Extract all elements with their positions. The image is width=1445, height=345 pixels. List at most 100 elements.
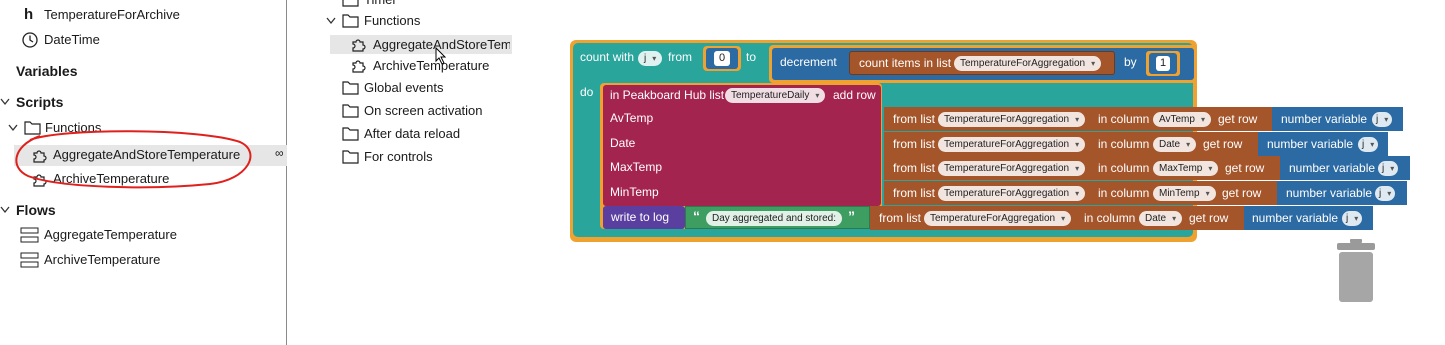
variable-dropdown[interactable]: j ▾: [638, 51, 663, 66]
from-number-field[interactable]: 0: [714, 51, 730, 66]
variable-dropdown[interactable]: j ▾: [1378, 161, 1399, 176]
column-value: Date: [1159, 139, 1181, 150]
dropdown-arrow-icon: ▾: [1075, 189, 1080, 198]
flow-icon: [20, 227, 39, 243]
dropdown-arrow-icon: ▾: [1075, 164, 1080, 173]
column-dropdown[interactable]: Date ▾: [1153, 137, 1197, 152]
get-row-label: get row: [1203, 137, 1243, 151]
decrement-label: decrement: [780, 55, 837, 69]
list-dropdown[interactable]: TemperatureForAggregation ▾: [938, 112, 1086, 127]
variable-value: j: [1376, 114, 1379, 125]
variable-value: j: [644, 53, 647, 64]
list-dropdown[interactable]: TemperatureForAggregation ▾: [938, 186, 1086, 201]
dropdown-arrow-icon: ▾: [1384, 115, 1389, 124]
number-variable-label: number variable: [1267, 137, 1354, 151]
open-quote-icon: “: [693, 208, 700, 224]
list-value: TemperatureForAggregation: [944, 114, 1070, 125]
dropdown-arrow-icon: ▾: [1075, 115, 1080, 124]
dropdown-arrow-icon: ▾: [652, 54, 657, 63]
flow-icon: [20, 252, 39, 268]
in-column-label: in column: [1084, 211, 1136, 225]
folder-icon: [342, 127, 359, 141]
folder-icon: [342, 104, 359, 118]
column-dropdown[interactable]: MinTemp ▾: [1153, 186, 1216, 201]
in-column-label: in column: [1098, 112, 1150, 126]
from-list-label: from list: [893, 137, 935, 151]
list-value: TemperatureForAggregation: [944, 188, 1070, 199]
tree-item-label: ArchiveTemperature: [373, 58, 490, 73]
variable-dropdown[interactable]: j ▾: [1375, 186, 1396, 201]
hub-prefix-label: in Peakboard Hub list: [610, 88, 725, 102]
annotation-ellipse: [15, 130, 252, 189]
blocks-canvas[interactable]: count with j ▾ from 0 to decrement count …: [570, 40, 1430, 245]
puzzle-icon: [352, 39, 366, 52]
list-dropdown[interactable]: TemperatureForAggregation ▾: [938, 161, 1086, 176]
from-list-label: from list: [893, 112, 935, 126]
list-dropdown[interactable]: TemperatureForAggregation ▾: [924, 211, 1072, 226]
count-with-label: count with: [580, 50, 635, 64]
number-variable-label: number variable: [1252, 211, 1339, 225]
from-list-label: from list: [893, 186, 935, 200]
column-dropdown[interactable]: MaxTemp ▾: [1153, 161, 1219, 176]
write-to-log-label: write to log: [611, 210, 670, 224]
section-label: Flows: [16, 202, 56, 218]
puzzle-icon: [352, 60, 366, 73]
tree-item-label: Timer: [364, 0, 397, 10]
from-label: from: [668, 50, 692, 64]
count-items-label: count items in list: [859, 56, 952, 70]
folder-icon: [342, 0, 359, 7]
folder-icon: [342, 150, 359, 164]
dropdown-arrow-icon: ▾: [1091, 59, 1096, 68]
variable-dropdown[interactable]: j ▾: [1372, 112, 1393, 127]
get-row-label: get row: [1189, 211, 1229, 225]
dropdown-arrow-icon: ▾: [1390, 164, 1395, 173]
folder-icon: [342, 81, 359, 95]
list-value: TemperatureForAggregation: [960, 58, 1086, 69]
in-column-label: in column: [1098, 161, 1150, 175]
column-value: AvTemp: [1159, 114, 1195, 125]
column-dropdown[interactable]: Date ▾: [1139, 211, 1183, 226]
variable-value: j: [1362, 139, 1365, 150]
variable-dropdown[interactable]: j ▾: [1342, 211, 1363, 226]
field-date-label: Date: [610, 136, 636, 150]
log-text-field[interactable]: Day aggregated and stored:: [706, 211, 842, 226]
dropdown-arrow-icon: ▾: [1200, 115, 1205, 124]
field-maxtemp-label: MaxTemp: [610, 160, 663, 174]
number-variable-label: number variable: [1286, 186, 1373, 200]
chevron-down-icon: [0, 206, 10, 214]
column-dropdown[interactable]: AvTemp ▾: [1153, 112, 1211, 127]
by-label: by: [1124, 55, 1137, 69]
dropdown-arrow-icon: ▾: [1205, 189, 1210, 198]
dropdown-arrow-icon: ▾: [1061, 214, 1066, 223]
chevron-down-icon: [326, 17, 336, 25]
tree-item-label: On screen activation: [364, 103, 483, 118]
tree-item-aggregateandstoretem[interactable]: AggregateAndStoreTem: [350, 35, 510, 55]
variable-dropdown[interactable]: j ▾: [1358, 137, 1379, 152]
folder-icon: [342, 14, 359, 28]
from-list-label: from list: [893, 161, 935, 175]
column-value: MaxTemp: [1159, 163, 1203, 174]
dropdown-arrow-icon: ▾: [1208, 164, 1213, 173]
tree-item-label: Functions: [364, 13, 421, 28]
hub-list-dropdown[interactable]: TemperatureDaily ▾: [725, 88, 826, 103]
number-variable-label: number variable: [1289, 161, 1376, 175]
dropdown-arrow-icon: ▾: [1186, 140, 1191, 149]
dropdown-arrow-icon: ▾: [1387, 189, 1392, 198]
get-row-label: get row: [1225, 161, 1265, 175]
tree-item-label: ArchiveTemperature: [44, 252, 161, 267]
trash-can-icon[interactable]: [1336, 238, 1376, 304]
list-dropdown[interactable]: TemperatureForAggregation ▾: [954, 56, 1102, 71]
list-dropdown[interactable]: TemperatureForAggregation ▾: [938, 137, 1086, 152]
dropdown-arrow-icon: ▾: [1075, 140, 1080, 149]
tree-item-label: Global events: [364, 80, 444, 95]
do-label: do: [580, 85, 594, 99]
variable-value: j: [1379, 188, 1382, 199]
add-row-label: add row: [833, 88, 876, 102]
by-number-field[interactable]: 1: [1156, 56, 1170, 71]
in-column-label: in column: [1098, 186, 1150, 200]
field-mintemp-label: MinTemp: [610, 185, 659, 199]
tree-item-label: For controls: [364, 149, 433, 164]
from-list-label: from list: [879, 211, 921, 225]
close-quote-icon: ”: [848, 208, 855, 224]
in-column-label: in column: [1098, 137, 1150, 151]
